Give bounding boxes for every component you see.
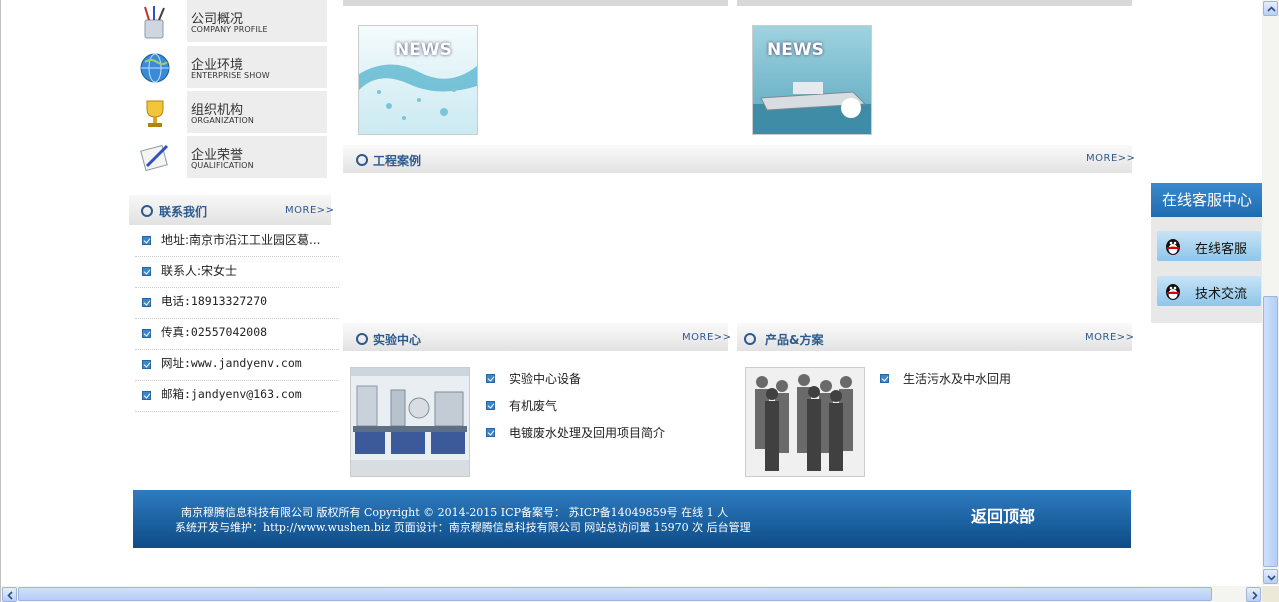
checkbox-bullet-icon [486,428,495,437]
products-list-item[interactable]: 生活污水及中水回用 [903,370,1011,387]
contact-item-website: 网址:www.jandyenv.com [135,349,339,381]
site-footer: 南京穆腾信息科技有限公司 版权所有 Copyright © 2014-2015 … [133,490,1131,548]
circle-bullet-icon [141,205,153,217]
scroll-right-button[interactable] [1246,587,1261,602]
news-label: NEWS [395,40,452,60]
contact-item-text: 电话:18913327270 [161,294,268,308]
checkbox-bullet-icon [142,391,151,400]
arrow-right-icon [1252,591,1258,600]
vertical-scroll-thumb[interactable] [1263,296,1278,567]
scrollbar-corner [1262,586,1279,602]
menu-label-box: 组织机构 ORGANIZATION [187,91,327,135]
globe-icon [140,53,170,83]
trophy-icon [146,100,164,127]
menu-label-box: 公司概况 COMPANY PROFILE [187,0,327,44]
checkbox-bullet-icon [142,298,151,307]
pen-holder-icon [144,6,165,39]
menu-item-organization[interactable]: 组织机构 ORGANIZATION [129,91,333,135]
menu-item-enterprise-show[interactable]: 企业环境 ENTERPRISE SHOW [129,46,333,90]
products-image[interactable] [745,367,865,477]
business-people-photo [746,368,864,476]
checkbox-bullet-icon [486,401,495,410]
footer-credits-line: 系统开发与维护：http://www.wushen.biz 页面设计：南京穆腾信… [175,521,751,534]
laboratory-photo [351,368,469,476]
contact-item-address: 地址:南京市沿江工业园区葛... [135,225,339,257]
qq-penguin-icon [1166,284,1180,300]
menu-label-en: QUALIFICATION [191,161,254,170]
checkbox-bullet-icon [142,236,151,245]
menu-label-box: 企业环境 ENTERPRISE SHOW [187,46,327,90]
lab-section-header: 实验中心 MORE>> [343,323,731,351]
news-label: NEWS [767,40,824,60]
checkbox-bullet-icon [142,360,151,369]
contact-more-link[interactable]: MORE>> [285,205,335,216]
projects-section-header: 工程案例 MORE>> [343,145,1135,173]
lab-list-item[interactable]: 实验中心设备 [509,370,581,387]
lab-list-item[interactable]: 有机废气 [509,397,557,414]
online-service-panel: 在线客服中心 在线客服 技术交流 [1151,183,1263,323]
contact-item-text: 联系人:宋女士 [161,264,238,278]
contact-item-text: 传真:02557042008 [161,325,268,339]
back-to-top-button[interactable]: 返回顶部 [971,503,1035,527]
menu-label-en: ORGANIZATION [191,116,254,125]
contact-item-fax: 传真:02557042008 [135,318,339,350]
news-image-ship[interactable]: NEWS [752,25,872,135]
service-button-label: 技术交流 [1195,287,1248,302]
online-service-button[interactable]: 在线客服 [1157,231,1261,261]
scroll-up-button[interactable] [1263,1,1278,16]
qq-penguin-icon [1166,239,1180,255]
projects-title: 工程案例 [373,154,422,168]
checkbox-bullet-icon [142,267,151,276]
scroll-down-button[interactable] [1263,569,1278,584]
menu-label-en: ENTERPRISE SHOW [191,71,270,80]
arrow-up-icon [1267,6,1276,12]
menu-label-box: 企业荣誉 QUALIFICATION [187,136,327,180]
lab-image[interactable] [350,367,470,477]
window-left-border [0,0,1,602]
checkbox-bullet-icon [486,374,495,383]
contact-item-text: 地址:南京市沿江工业园区葛... [161,233,321,247]
contact-item-text[interactable]: 网址:www.jandyenv.com [161,355,302,371]
contact-section-header: 联系我们 MORE>> [129,195,334,225]
products-section-header: 产品&方案 MORE>> [737,323,1135,351]
lab-title: 实验中心 [373,333,422,347]
news-panel-top-bar [737,0,1132,6]
service-button-label: 在线客服 [1195,242,1248,257]
scroll-left-button[interactable] [2,587,17,602]
contact-item-person: 联系人:宋女士 [135,256,339,288]
checkbox-bullet-icon [142,329,151,338]
menu-item-company-profile[interactable]: 公司概况 COMPANY PROFILE [129,0,333,44]
tech-exchange-button[interactable]: 技术交流 [1157,276,1261,306]
arrow-down-icon [1267,575,1276,581]
projects-content-area [343,173,1132,321]
contact-item-phone: 电话:18913327270 [135,287,339,319]
arrow-left-icon [7,591,13,600]
menu-label-en: COMPANY PROFILE [191,25,268,34]
projects-more-link[interactable]: MORE>> [1086,153,1136,164]
circle-bullet-icon [356,154,368,166]
certificate-icon [140,144,169,172]
news-panel-top-bar [343,0,728,6]
service-panel-title: 在线客服中心 [1151,183,1263,217]
news-image-water[interactable]: NEWS [358,25,478,135]
footer-copyright-line: 南京穆腾信息科技有限公司 版权所有 Copyright © 2014-2015 … [181,506,729,519]
contact-item-text[interactable]: 邮箱:jandyenv@163.com [161,386,302,402]
products-more-link[interactable]: MORE>> [1085,332,1135,343]
horizontal-scroll-thumb[interactable] [18,587,1212,601]
products-title: 产品&方案 [765,333,824,347]
lab-more-link[interactable]: MORE>> [682,332,732,343]
circle-bullet-icon [356,333,368,345]
lab-list-item[interactable]: 电镀废水处理及回用项目简介 [509,424,665,441]
contact-item-email: 邮箱:jandyenv@163.com [135,380,339,412]
contact-title: 联系我们 [159,205,208,219]
circle-bullet-icon [744,333,756,345]
menu-item-qualification[interactable]: 企业荣誉 QUALIFICATION [129,136,333,180]
checkbox-bullet-icon [880,374,889,383]
